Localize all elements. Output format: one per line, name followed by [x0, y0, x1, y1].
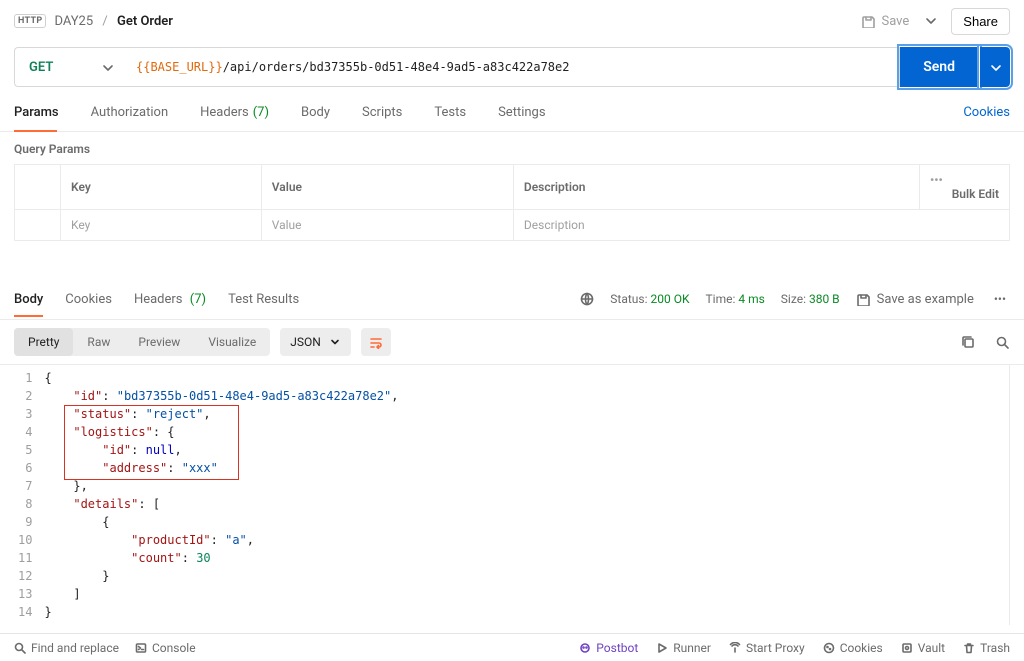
tab-settings[interactable]: Settings — [498, 94, 559, 131]
postbot-button[interactable]: Postbot — [579, 641, 638, 655]
tab-headers[interactable]: Headers (7) — [200, 94, 283, 131]
th-checkbox — [15, 165, 61, 210]
search-button[interactable] — [994, 334, 1010, 350]
view-pretty[interactable]: Pretty — [14, 328, 73, 356]
postbot-icon — [579, 642, 591, 654]
send-options-chevron[interactable] — [980, 47, 1010, 87]
url-variable: {{BASE_URL}} — [136, 60, 223, 74]
chevron-down-icon — [988, 60, 1002, 74]
status-value: 200 OK — [651, 292, 690, 306]
content-type-select[interactable]: JSON — [280, 328, 351, 356]
chevron-down-icon — [100, 60, 114, 74]
console-icon — [135, 642, 147, 654]
save-button[interactable]: Save — [853, 9, 917, 34]
copy-button[interactable] — [960, 334, 976, 350]
vault-icon — [901, 642, 913, 654]
search-icon — [995, 335, 1009, 349]
console-button[interactable]: Console — [135, 641, 196, 655]
http-method-badge: HTTP — [14, 14, 46, 28]
save-as-example-button[interactable]: Save as example — [856, 292, 974, 307]
cookies-link[interactable]: Cookies — [963, 105, 1010, 120]
value-input[interactable]: Value — [261, 210, 513, 241]
column-options-icon[interactable]: ••• — [930, 173, 943, 187]
view-visualize[interactable]: Visualize — [194, 328, 270, 356]
resp-tab-headers[interactable]: Headers (7) — [134, 282, 206, 317]
save-options-chevron[interactable] — [917, 8, 943, 35]
breadcrumb: DAY25 / Get Order — [54, 14, 173, 29]
start-proxy-button[interactable]: Start Proxy — [729, 641, 805, 655]
save-label: Save — [881, 14, 909, 29]
tab-tests[interactable]: Tests — [434, 94, 480, 131]
trash-button[interactable]: Trash — [963, 641, 1010, 655]
url-input[interactable]: {{BASE_URL}}/api/orders/bd37355b-0d51-48… — [124, 47, 900, 87]
find-and-replace-button[interactable]: Find and replace — [14, 641, 119, 655]
vault-button[interactable]: Vault — [901, 641, 945, 655]
view-preview[interactable]: Preview — [124, 328, 194, 356]
status-bar: Find and replace Console Postbot Runner … — [0, 633, 1024, 661]
method-selector[interactable]: GET — [14, 47, 124, 87]
query-params-title: Query Params — [0, 132, 1024, 164]
antenna-icon — [729, 642, 741, 654]
th-description: Description — [513, 165, 919, 210]
th-actions: ••• Bulk Edit — [920, 165, 1010, 210]
runner-button[interactable]: Runner — [656, 641, 711, 655]
tab-scripts[interactable]: Scripts — [362, 94, 416, 131]
cookie-icon — [823, 642, 835, 654]
view-raw[interactable]: Raw — [73, 328, 124, 356]
resp-tab-test-results[interactable]: Test Results — [228, 282, 299, 317]
line-gutter: 1234567891011121314 — [0, 365, 44, 625]
more-actions-icon[interactable]: ••• — [990, 288, 1010, 310]
word-wrap-toggle[interactable] — [361, 328, 391, 356]
view-mode-toggle: Pretty Raw Preview Visualize — [14, 328, 270, 356]
tab-body[interactable]: Body — [301, 94, 344, 131]
time-value: 4 ms — [738, 292, 764, 306]
resp-tab-cookies[interactable]: Cookies — [65, 282, 112, 317]
breadcrumb-title[interactable]: Get Order — [117, 14, 173, 29]
search-icon — [14, 642, 26, 654]
chevron-down-icon — [329, 336, 341, 348]
save-icon — [861, 14, 875, 28]
trash-icon — [963, 642, 975, 654]
save-icon — [856, 292, 870, 306]
globe-icon[interactable] — [580, 292, 594, 306]
size-value: 380 B — [809, 292, 840, 306]
save-button-group: Save — [853, 8, 943, 35]
play-icon — [656, 642, 668, 654]
method-label: GET — [29, 60, 53, 75]
key-input[interactable]: Key — [61, 210, 262, 241]
tab-authorization[interactable]: Authorization — [91, 94, 183, 131]
url-path: /api/orders/bd37355b-0d51-48e4-9ad5-a83c… — [223, 60, 570, 74]
resp-tab-body[interactable]: Body — [14, 282, 43, 317]
breadcrumb-parent[interactable]: DAY25 — [54, 14, 93, 29]
description-input[interactable]: Description — [513, 210, 1009, 241]
th-key: Key — [61, 165, 262, 210]
wrap-icon — [369, 335, 383, 349]
response-body[interactable]: { "id": "bd37355b-0d51-48e4-9ad5-a83c422… — [44, 365, 398, 625]
copy-icon — [961, 335, 975, 349]
table-row[interactable]: Key Value Description — [15, 210, 1010, 241]
tab-params[interactable]: Params — [14, 94, 73, 131]
send-button[interactable]: Send — [900, 47, 979, 87]
query-params-table: Key Value Description ••• Bulk Edit Key … — [14, 164, 1010, 241]
chevron-down-icon — [923, 13, 937, 27]
th-value: Value — [261, 165, 513, 210]
share-button[interactable]: Share — [951, 8, 1010, 35]
cookies-button[interactable]: Cookies — [823, 641, 883, 655]
bulk-edit-button[interactable]: Bulk Edit — [952, 187, 999, 201]
